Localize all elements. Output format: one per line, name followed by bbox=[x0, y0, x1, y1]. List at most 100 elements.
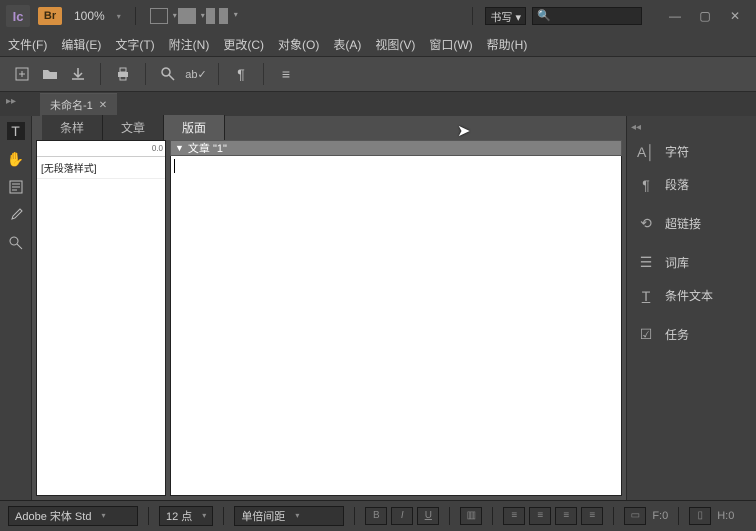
close-button[interactable]: ✕ bbox=[728, 9, 742, 23]
app-logo: Ic bbox=[6, 5, 30, 27]
find-icon[interactable] bbox=[158, 64, 178, 84]
status-bar: Adobe 宋体 Std 12 点 单倍间距 B I U ▥ ≡ ≡ ≡ ≡ ▭… bbox=[0, 500, 756, 530]
article-title: 文章 "1" bbox=[188, 140, 227, 156]
panel-body: 0.0 [无段落样式] ▼ 文章 "1" bbox=[32, 140, 626, 500]
underline-toggle-icon[interactable]: U bbox=[417, 507, 439, 525]
align-toggle-group: ≡ ≡ ≡ ≡ bbox=[503, 507, 603, 525]
center-area: 条样 文章 版面 0.0 [无段落样式] ▼ 文章 "1" bbox=[32, 116, 626, 500]
disclosure-triangle-icon[interactable]: ▼ bbox=[175, 143, 184, 153]
line-spacing-select[interactable]: 单倍间距 bbox=[234, 506, 344, 526]
panel-tabs: 条样 文章 版面 bbox=[32, 116, 626, 140]
separator bbox=[472, 7, 473, 25]
print-icon[interactable] bbox=[113, 64, 133, 84]
expand-icon[interactable]: ▸▸ bbox=[6, 96, 16, 107]
menu-icon[interactable]: ≡ bbox=[276, 64, 296, 84]
document-tab-label: 未命名-1 bbox=[50, 97, 93, 113]
separator bbox=[135, 7, 136, 25]
text-caret bbox=[174, 159, 175, 173]
zoom-level[interactable]: 100% bbox=[70, 9, 109, 23]
document-tab-row: ▸▸ 未命名-1 ✕ bbox=[0, 92, 756, 116]
menu-edit[interactable]: 编辑(E) bbox=[61, 36, 101, 53]
minimize-button[interactable]: — bbox=[668, 9, 682, 23]
menu-changes[interactable]: 更改(C) bbox=[223, 36, 264, 53]
align-right-icon[interactable]: ≡ bbox=[555, 507, 577, 525]
separator bbox=[145, 63, 146, 85]
menu-notes[interactable]: 附注(N) bbox=[169, 36, 210, 53]
separator bbox=[223, 507, 224, 525]
panel-character[interactable]: A│ 字符 bbox=[627, 135, 756, 168]
font-family-select[interactable]: Adobe 宋体 Std bbox=[8, 506, 138, 526]
align-left-icon[interactable]: ≡ bbox=[503, 507, 525, 525]
separator bbox=[678, 507, 679, 525]
title-bar: Ic Br 100% ▾ 书写 ▾ — ▢ ✕ bbox=[0, 0, 756, 32]
zoom-tool-icon[interactable] bbox=[7, 234, 25, 252]
separator bbox=[263, 63, 264, 85]
document-tab[interactable]: 未命名-1 ✕ bbox=[40, 93, 117, 116]
italic-toggle-icon[interactable]: I bbox=[391, 507, 413, 525]
panel-paragraph[interactable]: ¶ 段落 bbox=[627, 168, 756, 201]
panel-conditional-text[interactable]: T 条件文本 bbox=[627, 279, 756, 312]
character-icon: A│ bbox=[637, 144, 655, 160]
tab-strip-styles[interactable]: 条样 bbox=[42, 115, 103, 140]
tab-story[interactable]: 文章 bbox=[103, 115, 164, 140]
hyperlink-icon: ⟲ bbox=[637, 216, 655, 232]
menu-help[interactable]: 帮助(H) bbox=[487, 36, 528, 53]
chevron-down-icon[interactable]: ▾ bbox=[117, 12, 121, 21]
separator bbox=[354, 507, 355, 525]
thesaurus-icon: ☰ bbox=[637, 255, 655, 271]
menu-window[interactable]: 窗口(W) bbox=[429, 36, 472, 53]
note-tool-icon[interactable] bbox=[7, 178, 25, 196]
bridge-badge[interactable]: Br bbox=[38, 7, 62, 25]
tasks-icon: ☑ bbox=[637, 327, 655, 343]
main-area: T ✋ 条样 文章 版面 0.0 [无段落样式] ▼ 文章 "1" bbox=[0, 116, 756, 500]
spellcheck-icon[interactable]: ab✓ bbox=[186, 64, 206, 84]
frame-readout: F:0 bbox=[652, 510, 668, 522]
type-tool-icon[interactable]: T bbox=[7, 122, 25, 140]
separator bbox=[613, 507, 614, 525]
menu-file[interactable]: 文件(F) bbox=[8, 36, 47, 53]
toolbar: ab✓ ¶ ≡ bbox=[0, 56, 756, 92]
pilcrow-icon[interactable]: ¶ bbox=[231, 64, 251, 84]
maximize-button[interactable]: ▢ bbox=[698, 9, 712, 23]
separator bbox=[148, 507, 149, 525]
separator bbox=[218, 63, 219, 85]
menu-view[interactable]: 视图(V) bbox=[375, 36, 415, 53]
view-mode-1-icon[interactable] bbox=[150, 8, 168, 24]
search-input[interactable] bbox=[532, 7, 642, 25]
paragraph-style-item[interactable]: [无段落样式] bbox=[37, 157, 165, 179]
view-mode-3-icon[interactable] bbox=[206, 8, 228, 24]
columns-icon[interactable]: ▥ bbox=[460, 507, 482, 525]
view-mode-icon[interactable]: ▭ bbox=[624, 507, 646, 525]
eyedropper-tool-icon[interactable] bbox=[7, 206, 25, 224]
menu-bar: 文件(F) 编辑(E) 文字(T) 附注(N) 更改(C) 对象(O) 表(A)… bbox=[0, 32, 756, 56]
tool-palette: T ✋ bbox=[0, 116, 32, 500]
text-editor[interactable] bbox=[170, 156, 622, 496]
menu-text[interactable]: 文字(T) bbox=[115, 36, 154, 53]
align-center-icon[interactable]: ≡ bbox=[529, 507, 551, 525]
align-justify-icon[interactable]: ≡ bbox=[581, 507, 603, 525]
new-icon[interactable] bbox=[12, 64, 32, 84]
tab-layout[interactable]: 版面 bbox=[164, 115, 225, 140]
height-readout: H:0 bbox=[717, 510, 734, 522]
separator bbox=[449, 507, 450, 525]
close-tab-icon[interactable]: ✕ bbox=[99, 100, 107, 111]
panel-thesaurus[interactable]: ☰ 词库 bbox=[627, 246, 756, 279]
paragraph-icon: ¶ bbox=[637, 177, 655, 193]
hand-tool-icon[interactable]: ✋ bbox=[7, 150, 25, 168]
ruler: 0.0 bbox=[37, 141, 165, 157]
open-icon[interactable] bbox=[40, 64, 60, 84]
panel-tasks[interactable]: ☑ 任务 bbox=[627, 318, 756, 351]
panel-hyperlinks[interactable]: ⟲ 超链接 bbox=[627, 207, 756, 240]
height-mode-icon[interactable]: ▯ bbox=[689, 507, 711, 525]
article-header[interactable]: ▼ 文章 "1" bbox=[170, 140, 622, 156]
separator bbox=[100, 63, 101, 85]
collapse-icon[interactable]: ◂◂ bbox=[627, 120, 756, 135]
view-mode-2-icon[interactable] bbox=[178, 8, 196, 24]
document-panel: ▼ 文章 "1" bbox=[170, 140, 622, 496]
font-size-select[interactable]: 12 点 bbox=[159, 506, 213, 526]
save-icon[interactable] bbox=[68, 64, 88, 84]
search-mode-select[interactable]: 书写 ▾ bbox=[485, 7, 526, 25]
menu-table[interactable]: 表(A) bbox=[333, 36, 361, 53]
menu-object[interactable]: 对象(O) bbox=[278, 36, 319, 53]
bold-toggle-icon[interactable]: B bbox=[365, 507, 387, 525]
